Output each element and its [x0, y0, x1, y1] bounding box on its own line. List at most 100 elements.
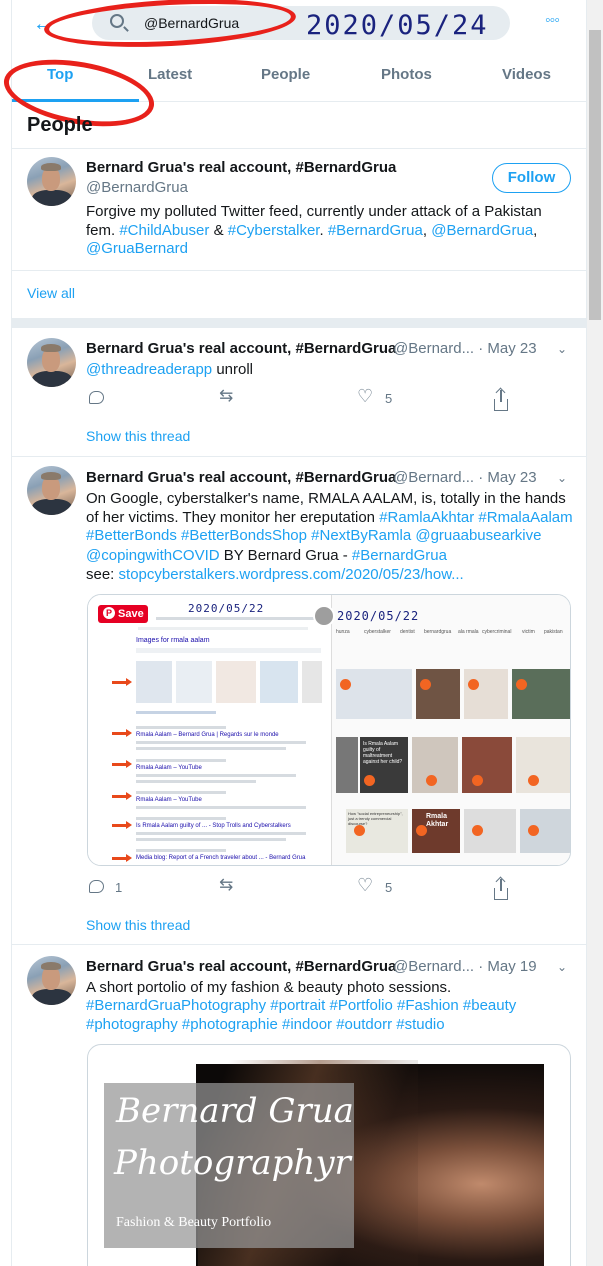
avatar[interactable] — [27, 466, 76, 515]
tweet-image[interactable]: Bernard Grua Photographyr Fashion & Beau… — [87, 1044, 571, 1266]
result-url-line — [136, 817, 226, 820]
hashtag-link[interactable]: #BernardGruaPhotography #portrait #Portf… — [86, 997, 516, 1014]
tweet-text: On Google, cyberstalker's name, RMALA AA… — [86, 490, 566, 507]
result-title: Rmala Aalam – YouTube — [136, 765, 202, 771]
bio-text: , — [422, 222, 432, 239]
tweet-author-name[interactable]: Bernard Grua's real account, #BernardGru… — [86, 340, 396, 357]
user-handle[interactable]: @BernardGrua — [86, 179, 188, 196]
chevron-down-icon[interactable]: ⌄ — [557, 471, 567, 485]
result-thumbnail — [302, 661, 322, 703]
twitter-search-page: ← @BernardGrua 2020/05/24 ◦◦◦ Top Latest… — [0, 0, 603, 1266]
share-icon[interactable] — [494, 879, 508, 900]
result-snippet-line — [136, 838, 286, 841]
retweet-icon[interactable]: ⇆ — [219, 386, 233, 406]
hashtag-link[interactable]: #Cyberstalker — [228, 222, 320, 239]
tweet-text: A short portolio of my fashion & beauty … — [86, 979, 452, 996]
orange-marker — [472, 775, 483, 786]
red-arrow — [112, 821, 132, 829]
hashtag-link[interactable]: #BernardGrua — [352, 547, 447, 564]
user-bio-line: Forgive my polluted Twitter feed, curren… — [86, 203, 542, 220]
orange-marker — [416, 825, 427, 836]
tab-videos[interactable]: Videos — [502, 66, 551, 83]
hashtag-link[interactable]: #ChildAbuser — [119, 222, 209, 239]
like-icon[interactable]: ♡ — [357, 386, 373, 407]
divider — [12, 944, 586, 945]
view-all-link[interactable]: View all — [27, 285, 75, 301]
tab-people[interactable]: People — [261, 66, 310, 83]
tweet-text-body: unroll — [212, 361, 254, 378]
tweet-handle-date[interactable]: @Bernard... · May 19 — [393, 958, 537, 975]
tweet-text: @threadreaderapp unroll — [86, 360, 253, 379]
search-tabs-line — [138, 627, 308, 630]
image-tile — [512, 669, 570, 719]
avatar[interactable] — [27, 338, 76, 387]
result-snippet-line — [136, 780, 256, 783]
hashtag-link[interactable]: #BernardGrua — [328, 222, 423, 239]
like-icon[interactable]: ♡ — [357, 875, 373, 896]
logo-script-line: Photographyr — [114, 1143, 351, 1183]
user-bio-line: fem. #ChildAbuser & #Cyberstalker. #Bern… — [86, 221, 537, 240]
tweet-text-body: of her victims. They monitor her ereputa… — [86, 509, 380, 526]
url-link[interactable]: stopcyberstalkers.wordpress.com/2020/05/… — [119, 566, 464, 583]
tab-photos[interactable]: Photos — [381, 66, 432, 83]
share-icon[interactable] — [494, 390, 508, 411]
hashtag-link[interactable]: #BetterBonds #BetterBondsShop #NextByRam… — [86, 527, 542, 544]
bio-text: fem. — [86, 222, 120, 239]
orange-marker — [516, 679, 527, 690]
show-thread-link[interactable]: Show this thread — [86, 428, 190, 444]
more-options-icon[interactable]: ◦◦◦ — [545, 12, 560, 30]
red-arrow — [112, 729, 132, 737]
hashtag-link[interactable]: #RmalaAalam — [478, 509, 572, 526]
tweet-image[interactable]: Save 2020/05/22 Images for rmala aalam R… — [87, 594, 571, 866]
chevron-down-icon[interactable]: ⌄ — [557, 960, 567, 974]
section-heading-people: People — [27, 114, 93, 136]
hashtag-link[interactable]: #RamlaAkhtar — [379, 509, 474, 526]
result-url-line — [136, 791, 226, 794]
tab-latest[interactable]: Latest — [148, 66, 192, 83]
chevron-down-icon[interactable]: ⌄ — [557, 342, 567, 356]
result-url-line — [136, 759, 226, 762]
image-chip-row: hunza cyberstalker dentist bernardgrua a… — [336, 629, 563, 635]
pinterest-save-button[interactable]: Save — [98, 605, 148, 623]
avatar[interactable] — [27, 157, 76, 206]
more-images-line — [136, 711, 216, 714]
result-title: Rmala Aalam – Bernard Grua | Regards sur… — [136, 732, 279, 738]
show-thread-link[interactable]: Show this thread — [86, 917, 190, 933]
tweet-author-name[interactable]: Bernard Grua's real account, #BernardGru… — [86, 469, 396, 486]
tweet-handle-date[interactable]: @Bernard... · May 23 — [393, 340, 537, 357]
result-thumbnail — [176, 661, 212, 703]
search-toolbar-line — [156, 617, 316, 620]
google-images-screenshot: 2020/05/22 hunza cyberstalker dentist be… — [313, 595, 570, 865]
image-results-title: Images for rmala aalam — [136, 637, 210, 644]
red-arrow — [112, 792, 132, 800]
tweet-author-name[interactable]: Bernard Grua's real account, #BernardGru… — [86, 958, 396, 975]
red-arrow — [112, 854, 132, 862]
image-tile — [336, 669, 412, 719]
mention-link[interactable]: @GruaBernard — [86, 240, 188, 257]
reply-icon[interactable] — [89, 880, 104, 893]
user-name[interactable]: Bernard Grua's real account, #BernardGru… — [86, 159, 396, 176]
result-snippet-line — [136, 806, 306, 809]
result-title: Is Rmala Aalam guilty of ... - Stop Trol… — [136, 823, 291, 829]
orange-marker — [420, 679, 431, 690]
result-snippet-line — [136, 741, 306, 744]
section-gap — [12, 318, 586, 328]
bio-text: . — [319, 222, 328, 239]
red-arrow — [112, 678, 132, 686]
mention-link[interactable]: @threadreaderapp — [86, 361, 212, 378]
tweet-handle-date[interactable]: @Bernard... · May 23 — [393, 469, 537, 486]
image-tile — [464, 669, 508, 719]
image-date-stamp: 2020/05/22 — [337, 609, 420, 623]
hashtag-link[interactable]: #photography #photographie #indoor #outd… — [86, 1016, 445, 1033]
scrollbar-thumb[interactable] — [589, 30, 601, 320]
result-snippet-line — [136, 832, 306, 835]
mention-link[interactable]: @BernardGrua — [431, 222, 533, 239]
retweet-icon[interactable]: ⇆ — [219, 875, 233, 895]
mention-link[interactable]: @copingwithCOVID — [86, 547, 220, 564]
follow-button[interactable]: Follow — [492, 163, 571, 193]
avatar[interactable] — [27, 956, 76, 1005]
reply-count: 1 — [115, 880, 123, 895]
reply-icon[interactable] — [89, 391, 104, 404]
logo-subtitle: Fashion & Beauty Portfolio — [116, 1215, 272, 1230]
scrollbar[interactable] — [587, 0, 603, 1266]
